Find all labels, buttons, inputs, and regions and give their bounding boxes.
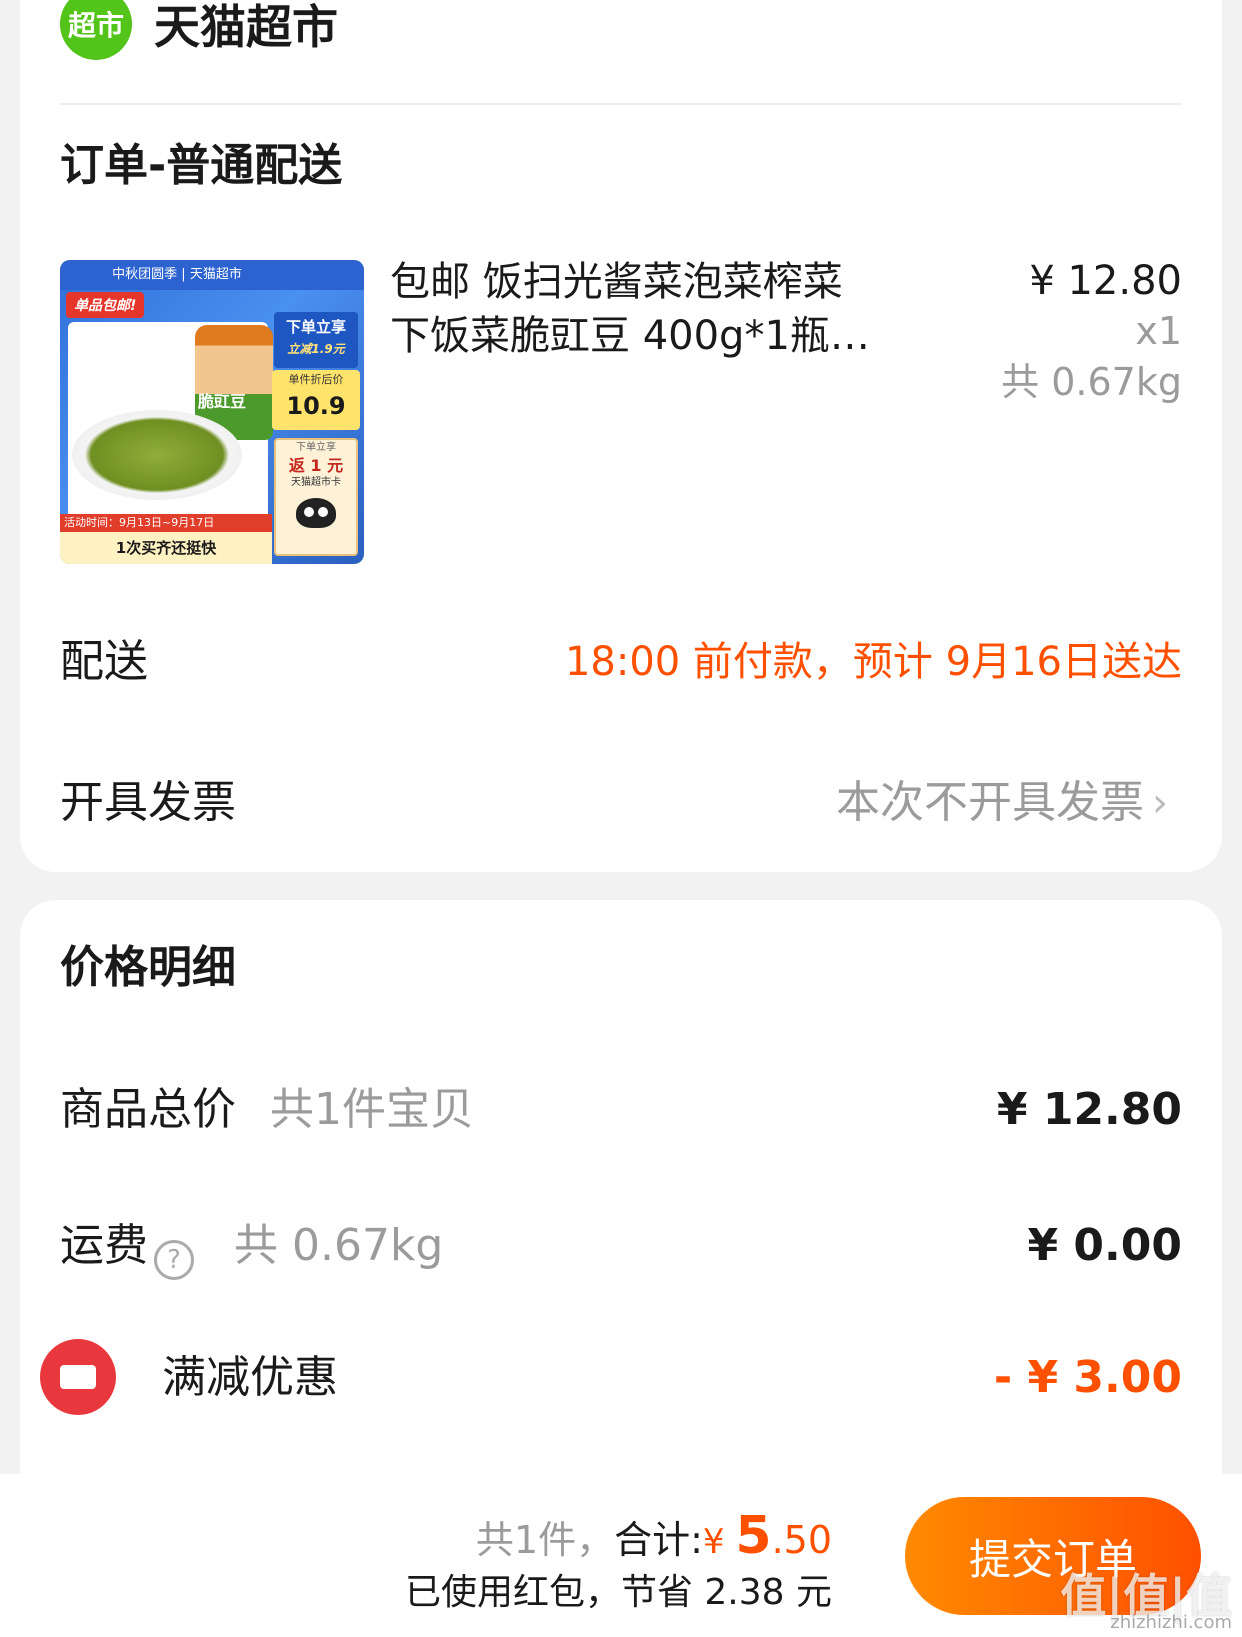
product-weight: 共 0.67kg — [1001, 360, 1182, 404]
bowl-image — [72, 410, 242, 500]
thumb-price-box: 单件折后价 10.9 — [272, 370, 360, 430]
total-currency: ¥ — [702, 1522, 736, 1562]
total-decimal: .50 — [771, 1518, 832, 1562]
product-title-line2: 下饭菜脆豇豆 400g*1瓶… — [390, 313, 870, 359]
shipping-note: 共 0.67kg — [234, 1220, 444, 1271]
discount-value: - ¥ 3.00 — [993, 1352, 1182, 1403]
product-price: ¥ 12.80 — [1029, 258, 1182, 304]
jar-label: 脆豇豆 — [198, 392, 247, 411]
coupon-icon — [40, 1339, 116, 1415]
item-count: 共1件， — [475, 1518, 615, 1562]
thumb-activity-time: 活动时间：9月13日~9月17日 — [60, 514, 272, 532]
thumb-rebate-top: 下单立享 — [296, 442, 336, 453]
discount-label: 满减优惠 — [162, 1352, 338, 1403]
chevron-right-icon[interactable]: › — [1152, 783, 1182, 823]
shipping-value: ¥ 0.00 — [1027, 1220, 1183, 1271]
invoice-value[interactable]: 本次不开具发票 — [836, 775, 1144, 831]
shipping-label: 运费 — [60, 1220, 148, 1271]
product-title-line1: 包邮 饭扫光酱菜泡菜榨菜 — [390, 259, 843, 305]
thumb-free-shipping-tag: 单品包邮! — [66, 292, 145, 318]
total-label: 合计: — [614, 1518, 703, 1562]
invoice-label[interactable]: 开具发票 — [60, 775, 236, 831]
product-quantity: x1 — [1135, 309, 1182, 353]
tmall-cat-icon — [296, 498, 336, 528]
thumb-rebate-card: 天猫超市卡 — [291, 477, 341, 488]
saved-note: 已使用红包，节省 2.38 元 — [404, 1572, 832, 1613]
price-detail-title: 价格明细 — [60, 942, 236, 993]
thumb-unit-price-label: 单件折后价 — [288, 373, 344, 386]
thumb-slogan: 1次买齐还挺快 — [60, 532, 272, 564]
thumb-unit-price: 10.9 — [286, 392, 346, 420]
goods-total-note: 共1件宝贝 — [270, 1084, 474, 1135]
watermark-site: zhizhizhi.com — [1110, 1612, 1232, 1633]
goods-total-label: 商品总价 — [60, 1084, 236, 1135]
order-section-title: 订单-普通配送 — [60, 140, 343, 191]
divider — [60, 103, 1182, 105]
order-total-line: 共1件，合计:¥ 5.50 — [476, 1508, 832, 1570]
delivery-label: 配送 — [60, 636, 148, 687]
question-circle-icon[interactable]: ? — [154, 1240, 194, 1280]
product-thumbnail[interactable]: 中秋团圆季 | 天猫超市 单品包邮! 脆豇豆 下单立享 立减1.9元 单件折后价… — [60, 260, 364, 564]
goods-total-row: 商品总价 共1件宝贝 — [60, 1082, 474, 1138]
thumb-promo-sub: 立减1.9元 — [287, 342, 345, 356]
thumb-promo-title: 下单立享 — [285, 318, 346, 336]
thumb-rebate: 下单立享 返 1 元 天猫超市卡 — [274, 438, 358, 556]
delivery-estimate: 18:00 前付款，预计 9月16日送达 — [564, 639, 1182, 685]
thumb-rebate-main: 返 1 元 — [288, 456, 344, 475]
tmall-market-logo: 超市 — [60, 0, 132, 60]
product-title[interactable]: 包邮 饭扫光酱菜泡菜榨菜 下饭菜脆豇豆 400g*1瓶… — [390, 255, 910, 363]
shop-name[interactable]: 天猫超市 — [154, 0, 338, 54]
logo-text: 超市 — [67, 9, 124, 42]
thumb-top-band: 中秋团圆季 | 天猫超市 — [60, 260, 364, 290]
thumb-promo: 下单立享 立减1.9元 — [274, 312, 358, 368]
order-card: 超市 天猫超市 订单-普通配送 中秋团圆季 | 天猫超市 单品包邮! 脆豇豆 下… — [20, 0, 1222, 872]
goods-total-value: ¥ 12.80 — [996, 1084, 1182, 1135]
total-integer: 5 — [735, 1506, 772, 1566]
